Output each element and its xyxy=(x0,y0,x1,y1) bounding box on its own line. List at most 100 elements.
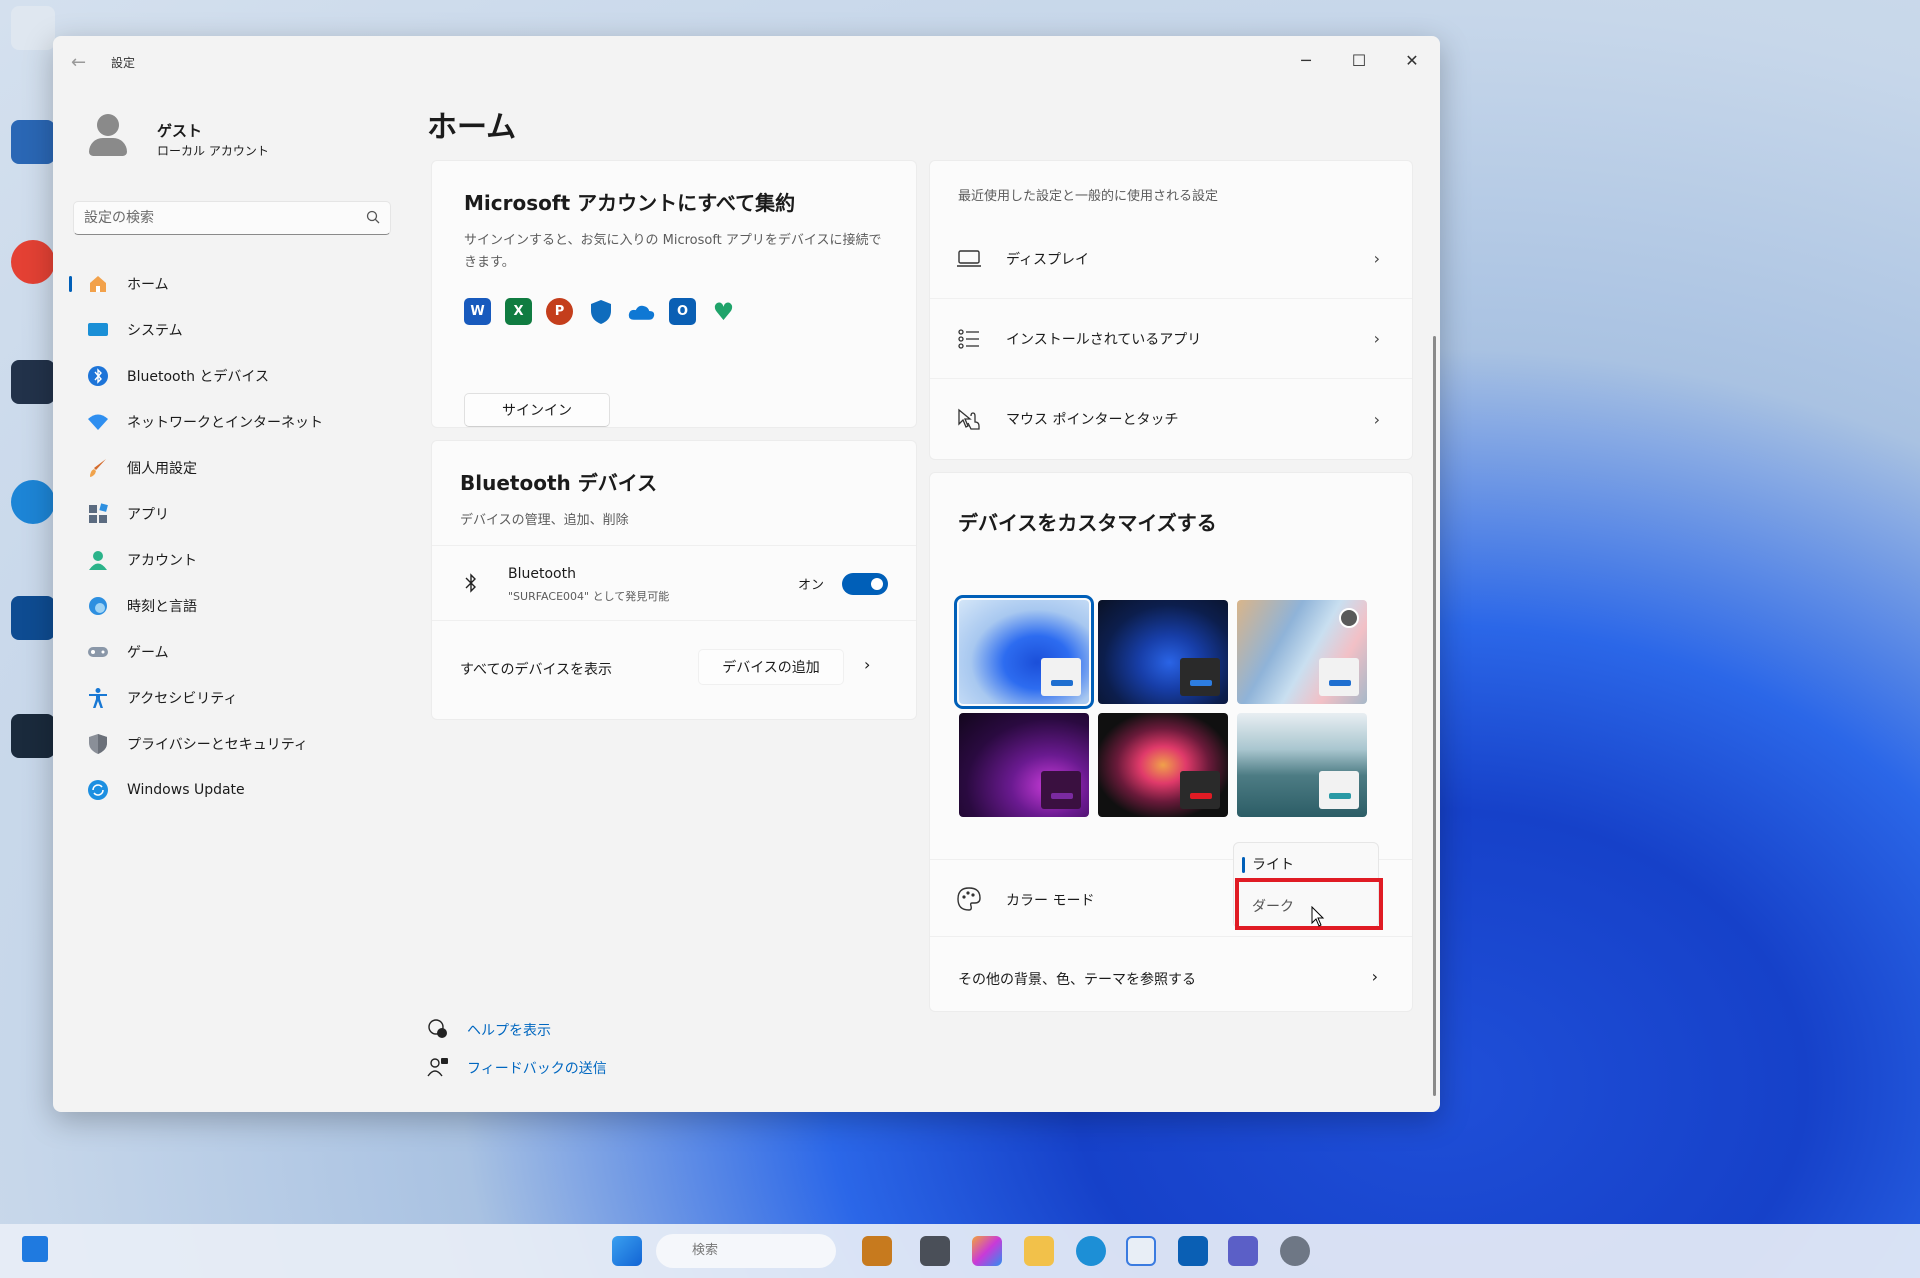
theme-thumbnail-flow[interactable] xyxy=(1098,713,1228,817)
profile-subtitle: ローカル アカウント xyxy=(157,144,269,158)
sidebar-item-time-language[interactable]: 時刻と言語 xyxy=(67,583,397,629)
bluetooth-toggle[interactable] xyxy=(842,573,888,595)
bluetooth-device-row: Bluetooth "SURFACE004" として発見可能 オン xyxy=(432,545,916,621)
feedback-icon xyxy=(427,1056,449,1082)
settings-gear-icon[interactable] xyxy=(1280,1236,1310,1266)
teams-icon[interactable] xyxy=(1228,1236,1258,1266)
desktop-icon-recycle-bin[interactable] xyxy=(8,6,58,54)
search-icon[interactable] xyxy=(366,210,380,224)
sidebar-item-label: Windows Update xyxy=(127,782,245,798)
add-device-button[interactable]: デバイスの追加 xyxy=(698,649,844,685)
show-all-devices[interactable]: すべてのデバイスを表示 xyxy=(460,659,612,679)
title-bar: ← 設定 ─ ☐ ✕ xyxy=(53,36,1440,88)
recent-settings-card: 最近使用した設定と一般的に使用される設定 ディスプレイ › インストールされてい… xyxy=(929,160,1413,460)
sidebar-item-label: ネットワークとインターネット xyxy=(127,415,323,431)
sidebar-item-personalization[interactable]: 個人用設定 xyxy=(67,445,397,491)
desktop-icon-wondershare[interactable] xyxy=(8,714,58,762)
highlight-box xyxy=(1235,878,1383,930)
theme-thumbnail-windows-light[interactable] xyxy=(954,595,1094,709)
sidebar-item-privacy[interactable]: プライバシーとセキュリティ xyxy=(67,721,397,767)
recent-row-installed-apps[interactable]: インストールされているアプリ › xyxy=(930,299,1412,379)
theme-thumbnail-captured-motion[interactable] xyxy=(959,713,1089,817)
sidebar-item-bluetooth[interactable]: Bluetooth とデバイス xyxy=(67,353,397,399)
desktop-icon-edge[interactable] xyxy=(8,480,58,528)
copilot-icon[interactable] xyxy=(972,1236,1002,1266)
desktop-icon-teamviewer[interactable] xyxy=(8,596,58,644)
store-icon[interactable] xyxy=(1126,1236,1156,1266)
task-view-icon[interactable] xyxy=(920,1236,950,1266)
desktop-icon-hd-live[interactable] xyxy=(8,360,58,408)
outlook-icon: O xyxy=(669,298,696,325)
sidebar-item-label: システム xyxy=(127,323,183,339)
sidebar-item-label: プライバシーとセキュリティ xyxy=(127,737,308,753)
update-icon xyxy=(87,779,109,801)
close-button[interactable]: ✕ xyxy=(1387,46,1437,76)
globe-clock-icon xyxy=(87,595,109,617)
sidebar-item-system[interactable]: システム xyxy=(67,307,397,353)
sidebar-item-label: 時刻と言語 xyxy=(127,599,197,615)
sidebar-item-gaming[interactable]: ゲーム xyxy=(67,629,397,675)
help-link[interactable]: ヘルプを表示 xyxy=(467,1020,551,1040)
theme-thumbnail-glow[interactable] xyxy=(1237,600,1367,704)
spotlight-icon xyxy=(1339,608,1359,628)
theme-thumbnail-sunrise[interactable] xyxy=(1237,713,1367,817)
sidebar-item-accessibility[interactable]: アクセシビリティ xyxy=(67,675,397,721)
signin-button[interactable]: サインイン xyxy=(464,393,610,427)
start-button[interactable] xyxy=(612,1236,642,1266)
bluetooth-icon xyxy=(87,365,109,387)
sidebar-item-label: アクセシビリティ xyxy=(127,691,238,707)
sidebar-item-label: アプリ xyxy=(127,507,169,523)
onedrive-icon xyxy=(628,298,655,325)
recent-row-label: インストールされているアプリ xyxy=(1006,331,1202,348)
app-list-icon xyxy=(954,328,984,349)
feedback-link[interactable]: フィードバックの送信 xyxy=(467,1058,607,1078)
search-input[interactable] xyxy=(74,202,344,234)
ms-account-title: Microsoft アカウントにすべて集約 xyxy=(464,191,796,215)
accessibility-icon xyxy=(87,687,109,709)
chevron-right-icon[interactable]: › xyxy=(864,655,870,674)
edge-icon[interactable] xyxy=(1076,1236,1106,1266)
maximize-button[interactable]: ☐ xyxy=(1334,46,1384,76)
briefcase-icon[interactable] xyxy=(862,1236,892,1266)
bluetooth-card-title: Bluetooth デバイス xyxy=(460,471,658,495)
file-explorer-icon[interactable] xyxy=(1024,1236,1054,1266)
theme-thumbnail-windows-dark[interactable] xyxy=(1098,600,1228,704)
desktop-icon-chrome[interactable] xyxy=(8,240,58,288)
widgets-icon[interactable] xyxy=(22,1236,48,1262)
recent-settings-header: 最近使用した設定と一般的に使用される設定 xyxy=(958,189,1219,204)
minimize-button[interactable]: ─ xyxy=(1281,46,1331,76)
more-themes-link[interactable]: その他の背景、色、テーマを参照する xyxy=(958,969,1196,989)
chevron-right-icon: › xyxy=(1373,329,1380,348)
sidebar-item-label: 個人用設定 xyxy=(127,461,197,477)
recent-row-mouse-pointer[interactable]: マウス ポインターとタッチ › xyxy=(930,379,1412,459)
excel-icon: X xyxy=(505,298,532,325)
home-icon xyxy=(87,273,109,295)
sidebar-nav: ホーム システム Bluetooth とデバイス ネットワークとインターネット … xyxy=(67,261,397,813)
recent-row-display[interactable]: ディスプレイ › xyxy=(930,219,1412,299)
scrollbar[interactable] xyxy=(1433,336,1436,1096)
chevron-right-icon: › xyxy=(1373,249,1380,268)
app-icon-row: W X P O ♥ xyxy=(464,298,737,326)
shield-icon xyxy=(87,733,109,755)
bluetooth-device-sub: "SURFACE004" として発見可能 xyxy=(508,590,670,603)
wifi-icon xyxy=(87,411,109,433)
page-title: ホーム xyxy=(427,110,517,145)
avatar xyxy=(83,112,133,162)
sidebar-item-apps[interactable]: アプリ xyxy=(67,491,397,537)
sidebar-item-accounts[interactable]: アカウント xyxy=(67,537,397,583)
chevron-right-icon[interactable]: › xyxy=(1372,967,1378,986)
brush-icon xyxy=(87,457,109,479)
sidebar-item-label: ゲーム xyxy=(127,645,169,661)
sidebar-item-label: Bluetooth とデバイス xyxy=(127,369,269,385)
sidebar-item-network[interactable]: ネットワークとインターネット xyxy=(67,399,397,445)
recent-row-label: マウス ポインターとタッチ xyxy=(1006,412,1179,428)
chevron-right-icon: › xyxy=(1373,409,1380,429)
outlook-icon[interactable] xyxy=(1178,1236,1208,1266)
back-arrow-icon[interactable]: ← xyxy=(71,52,86,73)
desktop-icon-forticlient[interactable] xyxy=(8,120,58,168)
help-icon xyxy=(427,1018,449,1044)
taskbar-search[interactable]: 検索 xyxy=(656,1234,836,1268)
gamepad-icon xyxy=(87,641,109,663)
sidebar-item-windows-update[interactable]: Windows Update xyxy=(67,767,397,813)
sidebar-item-home[interactable]: ホーム xyxy=(67,261,397,307)
